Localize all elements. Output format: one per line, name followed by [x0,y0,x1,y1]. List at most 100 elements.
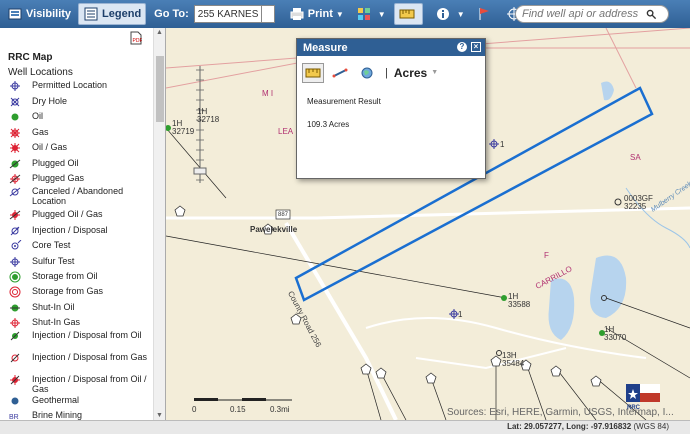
close-icon[interactable]: × [471,42,481,52]
injection-disposal-icon [6,225,24,237]
measure-title: Measure [303,41,348,54]
survey-label-mi: M I [262,89,274,98]
oil-gas-icon [6,142,24,154]
legend-item-label: Permitted Location [32,80,108,90]
geothermal-icon [6,395,24,407]
scale-tick-label: 0 [192,405,197,414]
legend-item: Injection / Disposal [6,225,152,237]
survey-label-f: F [544,251,549,260]
basemap-button[interactable]: ▼ [352,3,390,25]
app-window: Visibility Legend Go To: Print ▼ ▼ ▼ [0,0,690,434]
search-icon[interactable] [646,9,657,20]
lease-line-1 [166,235,507,299]
sulfur-test-icon [6,256,24,268]
legend-item: Storage from Gas [6,286,152,298]
distance-tool-button[interactable] [329,63,351,83]
goto-submit-button[interactable] [261,5,275,23]
help-icon[interactable]: ? [457,42,467,52]
measurement-result-value: 109.3 Acres [307,120,350,129]
legend-item: BR Brine Mining [6,410,152,420]
legend-item-label: Injection / Disposal from Oil / Gas [32,374,147,394]
print-button[interactable]: Print ▼ [285,3,348,25]
measure-tool-button[interactable] [393,3,423,25]
legend-label: Legend [102,8,142,20]
area-tool-button[interactable] [302,62,324,83]
measure-dialog-header[interactable]: Measure ? × [297,39,485,56]
pentagon-marker [590,375,602,387]
chevron-down-icon[interactable]: ▼ [431,69,438,76]
lease-line-3 [605,297,690,329]
survey-label-lea: LEA [278,127,294,136]
core-test-icon [6,240,24,252]
legend-item-label: Dry Hole [32,96,68,106]
scale-bar-seg [194,398,218,401]
flag-button[interactable] [472,3,499,25]
visibility-button[interactable]: Visibility [3,3,75,25]
info-button[interactable]: ▼ [431,3,469,25]
brine-mining-icon: BR [6,410,24,420]
legend-item-label: Plugged Oil / Gas [32,209,103,219]
coordinate-readout: Lat: 29.057277, Long: -97.916832 (WGS 84… [507,422,669,431]
legend-item-label: Geothermal [32,395,80,405]
print-label: Print [307,8,333,20]
legend-item: Permitted Location [6,80,152,92]
legend-scroll-thumb[interactable] [156,56,164,122]
legend-scrollbar[interactable]: ▲ ▼ [153,28,165,420]
well-label: 13H 35484 [502,351,525,368]
road-shield-label: 887 [278,212,289,218]
legend-item-label: Core Test [32,240,71,250]
layers-icon [8,8,22,20]
well-label: 1H 32718 [197,107,220,124]
legend-item: Shut-In Gas [6,317,152,329]
legend-item-label: Shut-In Oil [32,302,75,312]
pentagon-marker [425,372,437,384]
zoom-slider-handle [193,167,207,175]
scale-bar-seg [242,398,266,401]
legend-item-label: Sulfur Test [32,256,75,266]
legend-item: Oil / Gas [6,142,152,154]
measure-dialog: Measure ? × | Acres ▼ Measurement Result… [296,38,486,179]
scroll-up-icon[interactable]: ▲ [156,29,163,36]
well-label: 0003GF 32235 [624,194,653,211]
legend-item-label: Plugged Oil [32,158,79,168]
goto-input[interactable] [193,5,262,23]
legend-item: Injection / Disposal from Oil / Gas [6,374,152,394]
legend-item-label: Brine Mining [32,410,83,420]
legend-item: Plugged Oil [6,158,152,170]
location-tool-button[interactable] [356,63,378,83]
lease-line-11 [430,377,447,420]
chevron-down-icon: ▼ [335,9,344,19]
dry-hole-icon [6,96,24,108]
well-label: 1H 33070 [604,325,627,342]
legend-item-label: Injection / Disposal from Oil [32,330,142,340]
well-circle [496,350,502,356]
legend-item: Plugged Gas [6,173,152,185]
search-input[interactable] [522,8,642,20]
well-label: 1H 33588 [508,292,531,309]
legend-button[interactable]: Legend [78,3,147,25]
plugged-oil-gas-icon [6,209,24,221]
survey-label-sa: SA [630,153,641,162]
gas-icon [6,127,24,139]
search-box [515,5,669,23]
measurement-result-label: Measurement Result [307,97,381,106]
legend-item-label: Shut-In Gas [32,317,81,327]
measure-icon [399,9,415,19]
legend-item: Injection / Disposal from Oil [6,330,152,342]
legend-item: Injection / Disposal from Gas [6,352,152,364]
plugged-oil-icon [6,158,24,170]
rrc-logo-text: RRC [627,405,640,411]
chevron-down-icon: ▼ [456,9,465,19]
plugged-gas-icon [6,173,24,185]
scroll-down-icon[interactable]: ▼ [156,412,163,419]
unit-select[interactable]: Acres [394,66,427,80]
grid-icon [357,8,370,20]
well-label: 1 [458,310,463,319]
pentagon-marker [550,365,562,377]
legend-item: Plugged Oil / Gas [6,209,152,221]
legend-item: Oil [6,111,152,123]
road-white-3 [415,347,567,370]
pdf-icon[interactable]: PDF [130,31,142,45]
chevron-down-icon: ▼ [377,9,386,19]
permitted-location-icon [6,80,24,92]
